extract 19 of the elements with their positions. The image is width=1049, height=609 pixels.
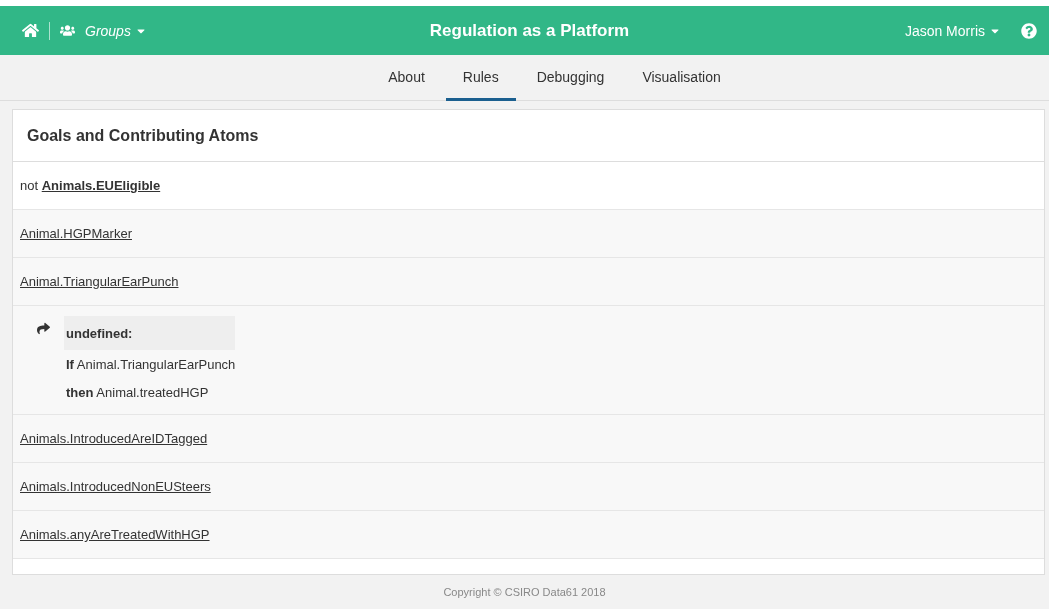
- app-title: Regulation as a Platform: [429, 20, 630, 41]
- goal-link[interactable]: Animals.EUEligible: [41, 178, 161, 193]
- atom-link[interactable]: Animal.TriangularEarPunch: [20, 274, 179, 289]
- home-icon[interactable]: [22, 22, 39, 39]
- rule-line: then Animal.treatedHGP: [65, 383, 210, 402]
- atom-link[interactable]: Animal.HGPMarker: [20, 226, 132, 241]
- goal-text: not: [20, 178, 40, 193]
- tab[interactable]: About: [371, 55, 442, 101]
- copyright-text: Copyright © CSIRO Data61 2018: [0, 575, 1049, 609]
- help-icon[interactable]: [1021, 22, 1037, 39]
- share-arrow-icon: [37, 322, 50, 335]
- atom-link[interactable]: Animals.IntroducedNonEUSteers: [20, 479, 211, 494]
- atom-link[interactable]: Animals.anyAreTreatedWithHGP: [20, 527, 210, 542]
- atom-link[interactable]: Animals.IntroducedAreIDTagged: [20, 431, 208, 446]
- tab[interactable]: Debugging: [519, 55, 622, 101]
- rule-heading: undefined:: [64, 316, 236, 350]
- rule-line: If Animal.TriangularEarPunch: [65, 355, 236, 374]
- tab[interactable]: Visualisation: [625, 55, 738, 101]
- users-icon: [60, 23, 75, 38]
